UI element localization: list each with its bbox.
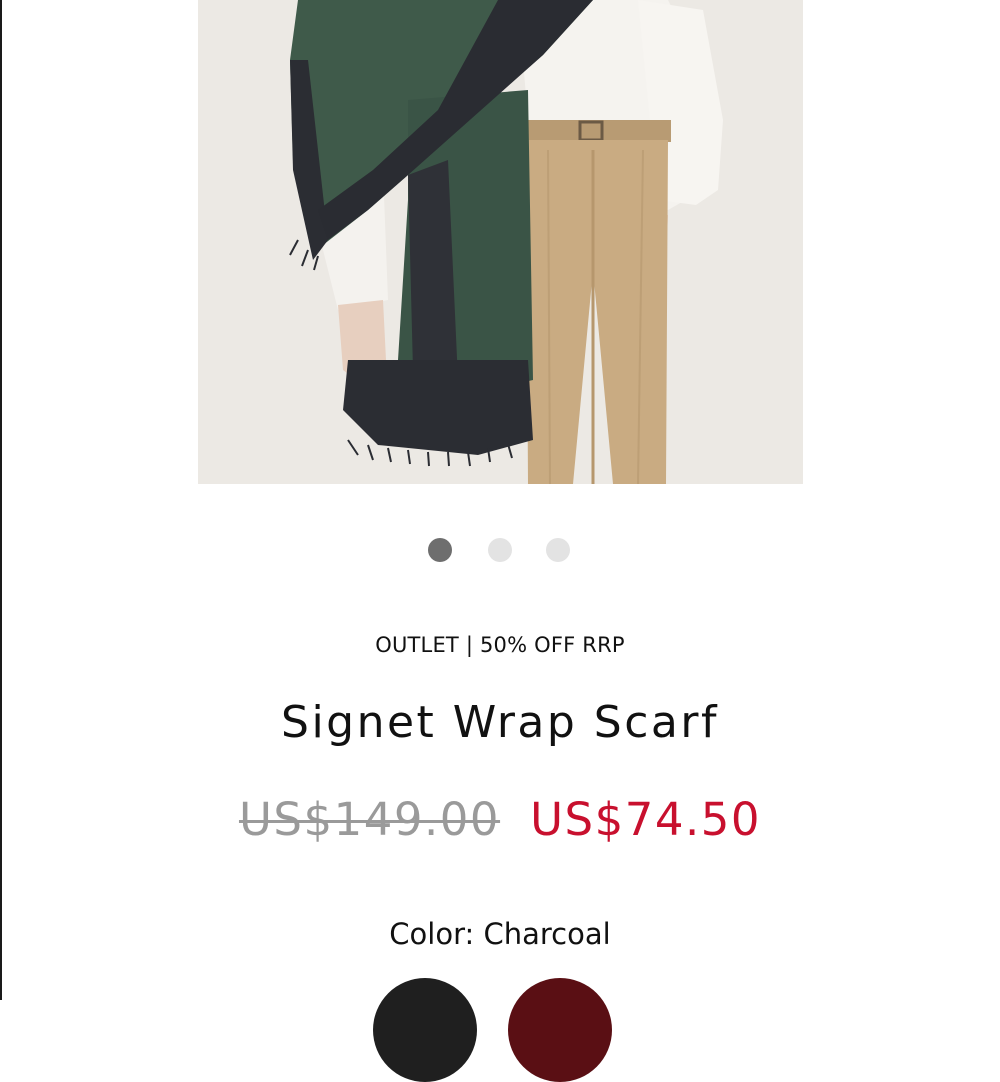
carousel-pagination bbox=[0, 537, 1000, 563]
color-swatch-charcoal[interactable] bbox=[373, 978, 477, 1082]
color-swatch-burgundy[interactable] bbox=[508, 978, 612, 1082]
price-block: US$149.00 US$74.50 bbox=[0, 793, 1000, 846]
product-image[interactable] bbox=[198, 0, 803, 484]
carousel-dot-1[interactable] bbox=[428, 538, 452, 562]
viewport-edge bbox=[0, 0, 2, 1000]
product-title: Signet Wrap Scarf bbox=[281, 697, 719, 748]
selected-color-label: Color: Charcoal bbox=[389, 917, 611, 951]
original-price: US$149.00 bbox=[238, 793, 501, 846]
sale-price: US$74.50 bbox=[530, 793, 762, 846]
carousel-dot-3[interactable] bbox=[546, 538, 570, 562]
carousel-dot-2[interactable] bbox=[488, 538, 512, 562]
promo-label: OUTLET | 50% OFF RRP bbox=[375, 633, 625, 657]
product-photo bbox=[198, 0, 803, 484]
